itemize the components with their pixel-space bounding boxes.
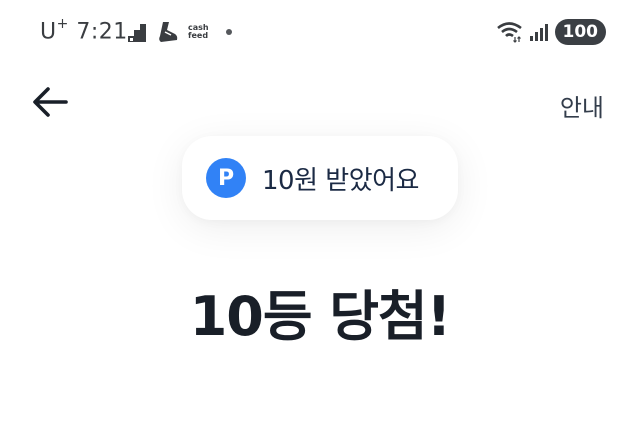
cashfeed-icon: cash feed: [188, 24, 209, 40]
clock: 7:21: [76, 19, 128, 45]
point-icon: P: [206, 158, 246, 198]
sneaker-icon: [159, 22, 178, 42]
carrier-name: U: [40, 19, 57, 45]
back-button[interactable]: [30, 84, 70, 120]
reward-text: 10원 받았어요: [262, 165, 419, 196]
notification-icons: cash feed: [128, 18, 232, 46]
carrier-time: U+ 7:21: [40, 16, 128, 45]
system-icons: 100: [496, 19, 606, 45]
battery-icon: 100: [554, 19, 606, 45]
arrow-left-icon: [33, 87, 68, 117]
reward-pill: P 10원 받았어요: [182, 136, 458, 220]
notification-dot-icon: [225, 29, 232, 35]
wifi-icon: [496, 22, 522, 43]
result-headline: 10등 당첨!: [189, 285, 452, 348]
carrier-plus: +: [56, 16, 69, 32]
cashfeed-line2: feed: [188, 31, 209, 40]
signal-icon: [529, 24, 548, 41]
info-link[interactable]: 안내: [560, 88, 604, 123]
status-bar: U+ 7:21 cash feed 100: [0, 0, 640, 64]
staircase-icon: [128, 24, 146, 42]
